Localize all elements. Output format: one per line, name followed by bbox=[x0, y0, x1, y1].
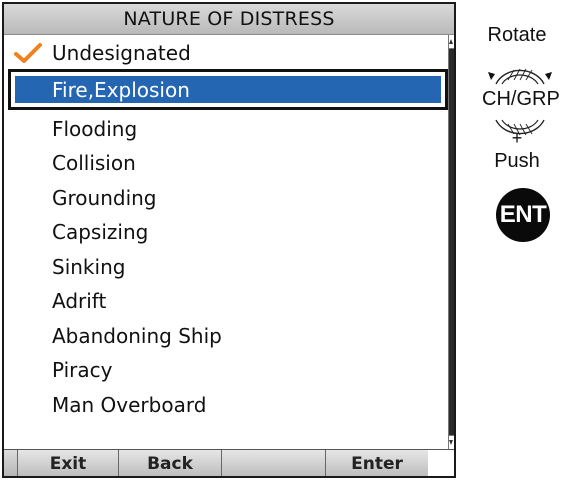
enter-softkey[interactable]: Enter bbox=[326, 450, 428, 476]
device-screen: NATURE OF DISTRESS Undesignated Fire,Exp… bbox=[2, 2, 456, 478]
list-item-flooding[interactable]: Flooding bbox=[4, 112, 448, 147]
blank-softkey[interactable] bbox=[222, 450, 326, 476]
exit-softkey[interactable]: Exit bbox=[18, 450, 119, 476]
softkey-bar: Exit Back Enter bbox=[4, 449, 454, 476]
distress-list: Undesignated Fire,Explosion Flooding Col… bbox=[4, 35, 448, 449]
list-item-man-overboard[interactable]: Man Overboard bbox=[4, 388, 448, 423]
list-scrollbar[interactable] bbox=[448, 35, 454, 449]
list-item-grounding[interactable]: Grounding bbox=[4, 181, 448, 216]
list-item-label: Piracy bbox=[52, 358, 113, 383]
ent-key[interactable]: ENT bbox=[496, 188, 550, 242]
list-item-label: Capsizing bbox=[52, 220, 149, 245]
list-item-label: Grounding bbox=[52, 186, 157, 211]
list-item-label: Sinking bbox=[52, 255, 126, 280]
instruction-panel: Rotate CH/GRP + Push ENT bbox=[468, 0, 566, 481]
ch-grp-label: CH/GRP bbox=[482, 88, 560, 110]
scroll-down-arrow-icon[interactable] bbox=[449, 435, 454, 449]
list-item-capsizing[interactable]: Capsizing bbox=[4, 215, 448, 250]
scroll-up-arrow-icon[interactable] bbox=[449, 36, 454, 49]
list-item-label: Man Overboard bbox=[52, 393, 207, 418]
list-item-collision[interactable]: Collision bbox=[4, 146, 448, 181]
rotate-label: Rotate bbox=[487, 24, 547, 46]
list-item-fire-explosion[interactable]: Fire,Explosion bbox=[4, 73, 448, 107]
list-item-label: Fire,Explosion bbox=[52, 78, 190, 102]
softkey-edge bbox=[4, 450, 18, 476]
plus-label: + bbox=[511, 128, 523, 148]
list-item-undesignated[interactable]: Undesignated bbox=[4, 36, 448, 71]
list-item-abandoning-ship[interactable]: Abandoning Ship bbox=[4, 319, 448, 354]
list-item-piracy[interactable]: Piracy bbox=[4, 353, 448, 388]
back-softkey[interactable]: Back bbox=[119, 450, 222, 476]
screen-title: NATURE OF DISTRESS bbox=[4, 4, 454, 35]
list-item-sinking[interactable]: Sinking bbox=[4, 250, 448, 285]
list-item-adrift[interactable]: Adrift bbox=[4, 284, 448, 319]
push-label: Push bbox=[494, 150, 540, 172]
list-item-label: Abandoning Ship bbox=[52, 324, 222, 349]
check-icon bbox=[14, 43, 42, 63]
scroll-thumb[interactable] bbox=[449, 49, 454, 435]
list-item-label: Adrift bbox=[52, 289, 107, 314]
list-item-label: Undesignated bbox=[52, 41, 191, 66]
list-item-label: Flooding bbox=[52, 117, 138, 142]
list-item-label: Collision bbox=[52, 151, 136, 176]
